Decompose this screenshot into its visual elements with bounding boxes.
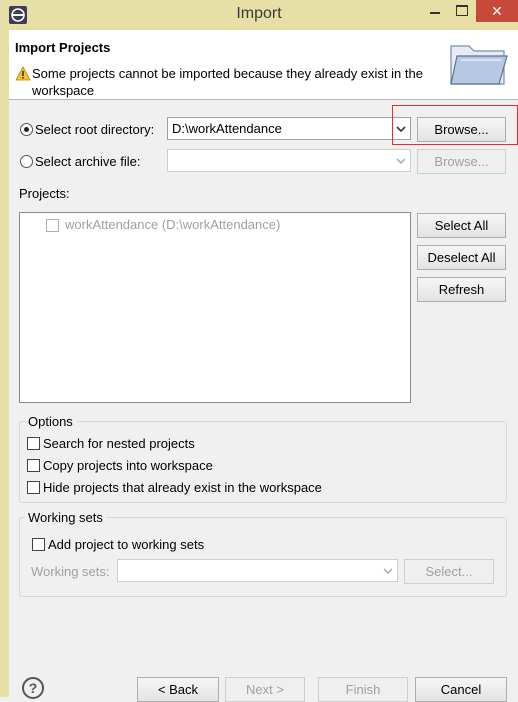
search-nested-checkbox[interactable] — [27, 437, 40, 450]
options-title: Options — [25, 414, 76, 429]
back-button[interactable]: < Back — [137, 677, 219, 702]
maximize-button[interactable] — [450, 0, 474, 22]
select-all-button[interactable]: Select All — [417, 213, 506, 238]
folder-icon — [450, 45, 508, 85]
working-sets-group — [19, 517, 507, 597]
select-working-sets-button[interactable]: Select... — [404, 559, 494, 584]
hide-existing-checkbox[interactable] — [27, 481, 40, 494]
cancel-button[interactable]: Cancel — [415, 677, 507, 702]
archive-file-label: Select archive file: — [35, 154, 141, 169]
browse-archive-button[interactable]: Browse... — [417, 149, 506, 174]
page-title: Import Projects — [15, 40, 111, 55]
working-sets-title: Working sets — [25, 510, 106, 525]
archive-file-combo[interactable] — [167, 149, 411, 172]
refresh-button[interactable]: Refresh — [417, 277, 506, 302]
search-nested-label[interactable]: Search for nested projects — [43, 436, 195, 451]
root-directory-radio[interactable] — [20, 123, 33, 136]
root-directory-label: Select root directory: — [35, 122, 155, 137]
help-icon[interactable]: ? — [22, 677, 44, 699]
root-directory-value: D:\workAttendance — [172, 121, 282, 136]
warning-icon — [15, 66, 31, 81]
next-button[interactable]: Next > — [225, 677, 305, 702]
deselect-all-button[interactable]: Deselect All — [417, 245, 506, 270]
copy-projects-checkbox[interactable] — [27, 459, 40, 472]
projects-list[interactable]: workAttendance (D:\workAttendance) — [19, 212, 411, 403]
minimize-button[interactable] — [424, 0, 446, 22]
archive-file-radio[interactable] — [20, 155, 33, 168]
browse-directory-button[interactable]: Browse... — [417, 117, 506, 142]
working-sets-label: Working sets: — [31, 564, 110, 579]
projects-label: Projects: — [19, 186, 70, 201]
root-directory-combo[interactable]: D:\workAttendance — [167, 117, 411, 140]
add-to-working-sets-label[interactable]: Add project to working sets — [48, 537, 204, 552]
chevron-down-icon[interactable] — [394, 154, 408, 168]
close-button[interactable]: ✕ — [476, 0, 518, 22]
wizard-header: Import Projects Some projects cannot be … — [9, 30, 518, 100]
title-bar[interactable]: Import ✕ — [0, 0, 518, 30]
window-frame — [0, 0, 9, 697]
chevron-down-icon[interactable] — [381, 564, 395, 578]
finish-button[interactable]: Finish — [318, 677, 408, 702]
project-checkbox[interactable] — [46, 219, 59, 232]
working-sets-combo[interactable] — [117, 559, 398, 582]
add-to-working-sets-checkbox[interactable] — [32, 538, 45, 551]
warning-message: Some projects cannot be imported because… — [32, 66, 423, 98]
project-item[interactable]: workAttendance (D:\workAttendance) — [65, 217, 280, 232]
hide-existing-label[interactable]: Hide projects that already exist in the … — [43, 480, 322, 495]
copy-projects-label[interactable]: Copy projects into workspace — [43, 458, 213, 473]
